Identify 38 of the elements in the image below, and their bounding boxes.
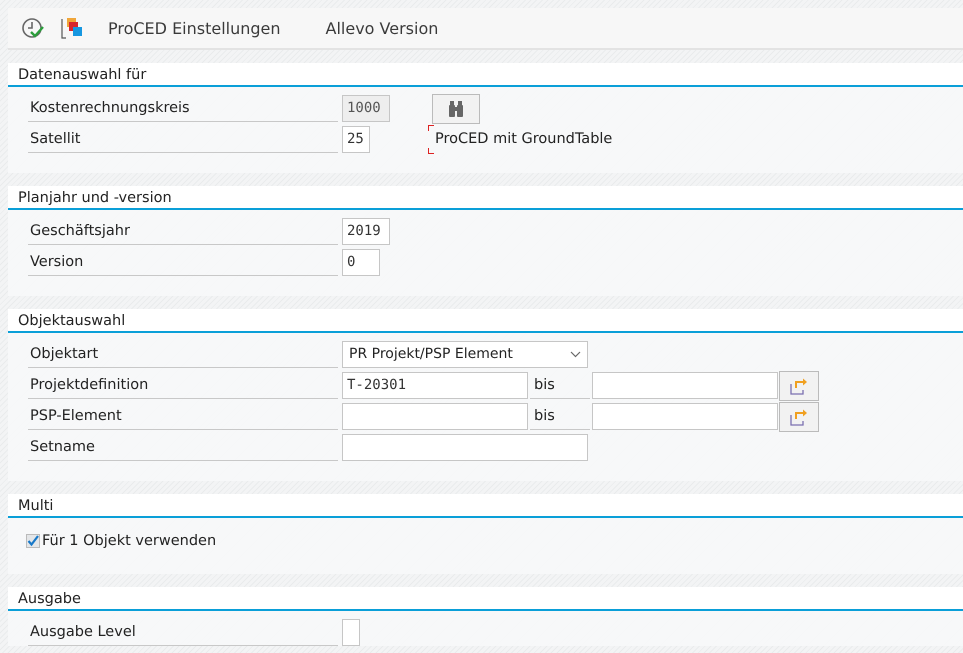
toolbar-button[interactable]: ProCED Einstellungen bbox=[108, 14, 281, 42]
field-label: bis bbox=[530, 372, 590, 399]
input-field[interactable]: T-20301 bbox=[342, 372, 528, 399]
multiple-selection-button[interactable] bbox=[779, 402, 819, 432]
clock-check-icon[interactable] bbox=[20, 16, 46, 40]
input-field[interactable]: 25 bbox=[342, 126, 370, 153]
checkbox-label: Für 1 Objekt verwenden bbox=[42, 533, 216, 549]
field-label: Ausgabe Level bbox=[28, 619, 338, 646]
input-field[interactable] bbox=[342, 619, 360, 646]
field-label: Geschäftsjahr bbox=[28, 218, 338, 245]
chevron-down-icon bbox=[570, 351, 581, 358]
field-label: PSP-Element bbox=[28, 403, 338, 430]
input-field[interactable]: 0 bbox=[342, 249, 380, 276]
input-field[interactable] bbox=[592, 403, 778, 430]
section-title: Ausgabe bbox=[8, 587, 963, 611]
field-label: Objektart bbox=[28, 341, 338, 368]
field-label: Satellit bbox=[28, 126, 338, 153]
description-text: ProCED mit GroundTable bbox=[428, 125, 612, 154]
binoculars-icon bbox=[447, 100, 465, 118]
input-field[interactable] bbox=[342, 403, 528, 430]
toolbar-button[interactable]: Allevo Version bbox=[326, 14, 438, 42]
arrow-out-icon bbox=[789, 408, 809, 426]
field-label: bis bbox=[530, 403, 590, 430]
input-field[interactable] bbox=[342, 434, 588, 461]
section-title: Objektauswahl bbox=[8, 309, 963, 333]
field-label: Setname bbox=[28, 434, 338, 461]
arrow-out-icon bbox=[789, 376, 809, 394]
dropdown[interactable]: PR Projekt/PSP Element bbox=[342, 341, 588, 368]
section-title: Planjahr und -version bbox=[8, 186, 963, 210]
input-field[interactable] bbox=[592, 372, 778, 399]
multiple-selection-button[interactable] bbox=[779, 370, 819, 400]
section-title: Multi bbox=[8, 494, 963, 518]
field-label: Kostenrechnungskreis bbox=[28, 95, 338, 122]
checkbox[interactable] bbox=[26, 534, 40, 548]
field-label: Projektdefinition bbox=[28, 372, 338, 399]
field-label: Version bbox=[28, 249, 338, 276]
input-field[interactable]: 2019 bbox=[342, 218, 390, 245]
section-title: Datenauswahl für bbox=[8, 63, 963, 87]
